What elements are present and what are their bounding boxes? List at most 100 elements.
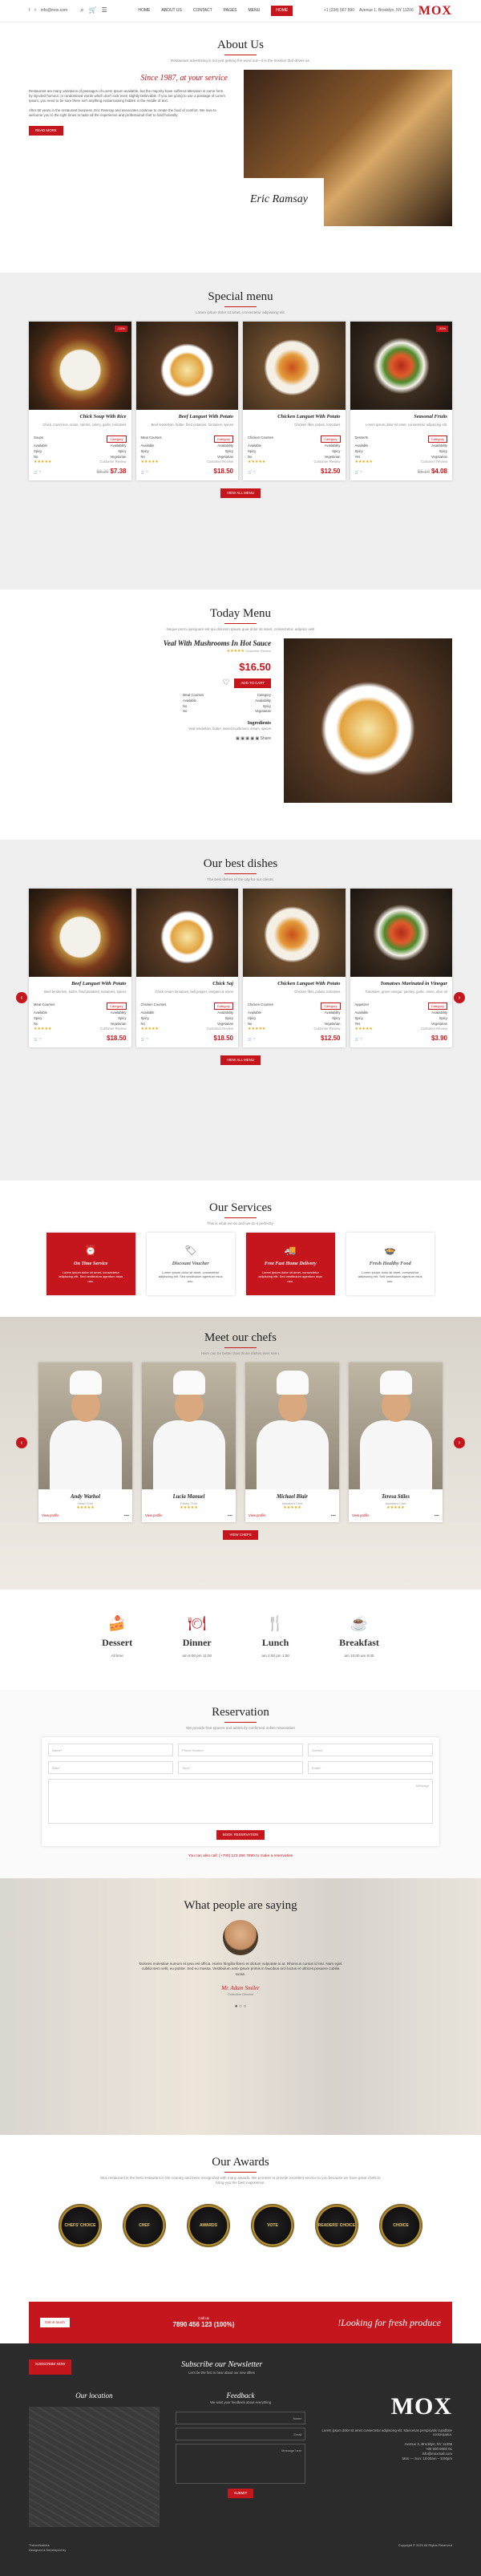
carousel-dots-icon[interactable]: ● ○ ○: [29, 2003, 452, 2010]
dish-photo[interactable]: [243, 889, 346, 978]
chef-card[interactable]: Michael Blair Assistant Chef ★★★★★ View …: [245, 1363, 339, 1523]
view-profile-link[interactable]: View profile: [145, 1513, 163, 1518]
email-field[interactable]: Email*: [308, 1761, 433, 1775]
social-icons[interactable]: ▪▪▪▪: [124, 1513, 129, 1518]
cart-icon[interactable]: 🛒: [248, 1037, 252, 1041]
best-card[interactable]: Chick Saj Chick cream tomatoes, bell pep…: [135, 889, 238, 1048]
heart-icon[interactable]: ♡: [253, 1037, 256, 1041]
cart-icon[interactable]: 🛒: [89, 6, 97, 15]
message-field[interactable]: Message: [48, 1779, 433, 1825]
view-profile-link[interactable]: View profile: [42, 1513, 59, 1518]
phone-field[interactable]: Phone Number: [178, 1744, 303, 1757]
special-card[interactable]: Chicken Languet With Potato Chicken fill…: [243, 322, 346, 481]
view-all-menu-button[interactable]: View all menu: [220, 488, 261, 498]
dish-photo[interactable]: [135, 889, 238, 978]
heart-icon[interactable]: ♡: [38, 1037, 42, 1041]
nav-pages[interactable]: Pages: [224, 8, 237, 14]
dish-name[interactable]: Beef Languet With Potato: [34, 981, 126, 988]
search-icon[interactable]: ⌕: [80, 6, 83, 15]
services-section: Our Services This is what we do and we d…: [0, 1181, 481, 1317]
dish-photo[interactable]: [350, 889, 452, 978]
facebook-icon[interactable]: f: [29, 8, 30, 14]
time-field[interactable]: Time*: [178, 1761, 303, 1775]
twitter-icon[interactable]: t: [34, 8, 35, 14]
menu-icon[interactable]: ☰: [102, 6, 107, 15]
view-profile-link[interactable]: View profile: [352, 1513, 370, 1518]
awards-title: Our Awards: [212, 2156, 269, 2169]
service-card[interactable]: 🏷 Discount Voucher Lorem ipsum dolor sit a…: [147, 1233, 236, 1295]
dish-name[interactable]: Chicken Languet With Potato: [248, 981, 340, 988]
view-chefs-button[interactable]: View chefs: [223, 1530, 258, 1541]
heart-icon[interactable]: ♡: [38, 470, 42, 474]
chef-card[interactable]: Teresa Stiles Assistant Chef ★★★★★ View …: [349, 1363, 443, 1523]
dish-name[interactable]: Chicken Languet With Potato: [248, 414, 340, 421]
guests-field[interactable]: Guests*: [308, 1744, 433, 1757]
nav-home-active[interactable]: Home: [271, 6, 293, 16]
nav-about[interactable]: About us: [161, 8, 181, 14]
opening-hours-section: 🍰 Dessert All time 🍽 Dinner am 6:00 pm 11:00 🍴…: [0, 1590, 481, 1690]
cart-icon[interactable]: 🛒: [141, 470, 145, 474]
nav-menu[interactable]: Menu: [249, 8, 261, 14]
date-field[interactable]: Date*: [48, 1761, 173, 1775]
dish-name[interactable]: Tomatoes Marinated in Vinegar: [355, 981, 447, 988]
dish-name[interactable]: Chick Saj: [141, 981, 233, 988]
heart-icon[interactable]: ♡: [223, 678, 230, 689]
special-card[interactable]: Chick Soup With Rice Chick, round rice, …: [29, 322, 131, 481]
heart-icon[interactable]: ♡: [146, 1037, 149, 1041]
dish-photo[interactable]: [350, 322, 452, 411]
nav-home[interactable]: Home: [138, 8, 150, 14]
add-to-cart-button[interactable]: Add to cart: [234, 678, 271, 688]
cart-icon[interactable]: 🛒: [355, 1037, 359, 1041]
social-icons[interactable]: ▪▪▪▪: [435, 1513, 439, 1518]
read-more-button[interactable]: Read more: [29, 125, 63, 136]
name-field[interactable]: Name*: [48, 1744, 173, 1757]
dish-photo[interactable]: [29, 322, 131, 411]
dish-photo[interactable]: [135, 322, 238, 411]
submit-button[interactable]: Submit: [227, 2488, 254, 2498]
service-card[interactable]: 🍲 Fresh Healthy Food Lorem ipsum dolor sit…: [346, 1233, 435, 1295]
view-all-best-button[interactable]: View all menu: [220, 1055, 261, 1065]
service-card[interactable]: 🚚 Free Fast Home Delivery Lorem ipsum dolo…: [246, 1233, 335, 1296]
cart-icon[interactable]: 🛒: [141, 1037, 145, 1041]
best-card[interactable]: Tomatoes Marinated in Vinegar Tomatoes, …: [350, 889, 452, 1048]
best-card[interactable]: Chicken Languet With Potato Chicken fill…: [243, 889, 346, 1048]
heart-icon[interactable]: ♡: [253, 470, 256, 474]
special-card[interactable]: Beef Languet With Potato Beef tenderloin…: [135, 322, 238, 481]
service-card[interactable]: ⏰ On Time Service Lorem ipsum dolor sit am…: [46, 1233, 135, 1296]
subscribe-button[interactable]: Subscribe now: [29, 2359, 72, 2376]
nav-contact[interactable]: Contact: [193, 8, 212, 14]
view-profile-link[interactable]: View profile: [249, 1513, 266, 1518]
special-card[interactable]: Seasonal Fruits Lorem ipsum dolor sit am…: [350, 322, 452, 481]
best-card[interactable]: Beef Languet With Potato Beef tenderloin…: [29, 889, 131, 1048]
book-reservation-button[interactable]: Book reservation: [216, 1830, 265, 1841]
heart-icon[interactable]: ♡: [360, 470, 363, 474]
social-icons[interactable]: ▪▪▪▪: [228, 1513, 232, 1518]
social-icons[interactable]: ▪▪▪▪: [331, 1513, 336, 1518]
cart-icon[interactable]: 🛒: [355, 470, 359, 474]
logo[interactable]: MOX: [418, 2, 452, 20]
location-map[interactable]: [29, 2407, 160, 2528]
next-arrow-icon[interactable]: ›: [454, 992, 465, 1003]
dish-photo[interactable]: [243, 322, 346, 411]
footer-email-field[interactable]: Email: [175, 2427, 306, 2440]
cart-icon[interactable]: 🛒: [248, 470, 252, 474]
topbar-email[interactable]: info@mox.com: [41, 8, 67, 14]
today-price: $16.50: [239, 661, 271, 674]
dish-name[interactable]: Seasonal Fruits: [355, 414, 447, 421]
heart-icon[interactable]: ♡: [360, 1037, 363, 1041]
cart-icon[interactable]: 🛒: [34, 470, 38, 474]
share-icons[interactable]: ▣ ▣ ▣ ▣ ▣ Share: [29, 736, 271, 742]
dish-name[interactable]: Beef Languet With Potato: [141, 414, 233, 421]
footer-name-field[interactable]: Name: [175, 2411, 306, 2424]
next-arrow-icon[interactable]: ›: [454, 1437, 465, 1448]
footer-message-field[interactable]: Message here: [175, 2443, 306, 2484]
dish-photo[interactable]: [29, 889, 131, 978]
dish-name[interactable]: Chick Soup With Rice: [34, 414, 126, 421]
chef-card[interactable]: Andy Warhol Head Chef ★★★★★ View profile…: [38, 1363, 132, 1523]
heart-icon[interactable]: ♡: [146, 470, 149, 474]
get-in-touch-button[interactable]: Get in touch: [40, 2317, 70, 2328]
prev-arrow-icon[interactable]: ‹: [16, 992, 27, 1003]
chef-card[interactable]: Lucia Manuel Pastry Chef ★★★★★ View prof…: [142, 1363, 236, 1523]
prev-arrow-icon[interactable]: ‹: [16, 1437, 27, 1448]
cart-icon[interactable]: 🛒: [34, 1037, 38, 1041]
